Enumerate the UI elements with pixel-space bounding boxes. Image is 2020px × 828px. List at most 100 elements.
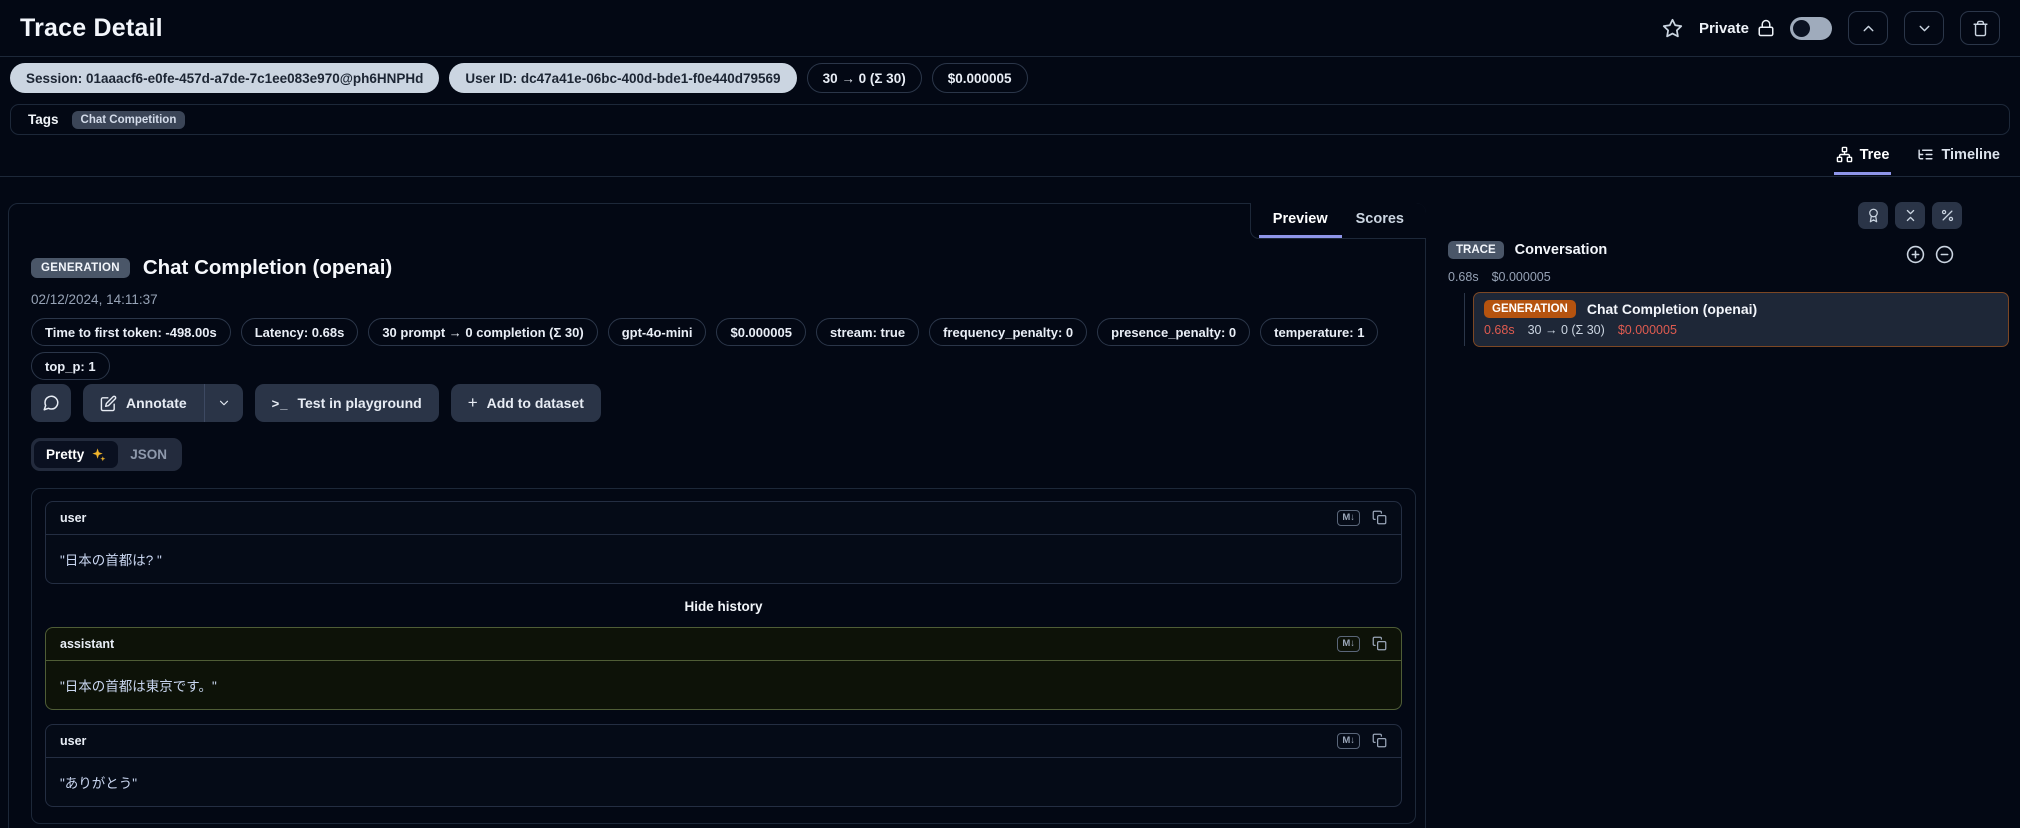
copy-icon[interactable] bbox=[1372, 733, 1387, 748]
message-tools: M↓ bbox=[1337, 635, 1387, 652]
copy-icon[interactable] bbox=[1372, 636, 1387, 651]
top-bar: Trace Detail Private bbox=[0, 0, 2020, 57]
messages-container: user M↓ "日本の首都は? " Hide history assistan… bbox=[31, 488, 1416, 824]
message-content: "日本の首都は? " bbox=[60, 552, 162, 568]
chevrons-collapse-icon bbox=[1903, 208, 1918, 223]
chat-bubble-icon bbox=[42, 394, 60, 412]
message-assistant: assistant M↓ "日本の首都は東京です。" bbox=[45, 626, 1402, 710]
markdown-toggle-icon[interactable]: M↓ bbox=[1337, 732, 1360, 749]
generation-type-badge: GENERATION bbox=[1484, 300, 1576, 318]
test-in-playground-button[interactable]: >_ Test in playground bbox=[254, 384, 439, 422]
message-tools: M↓ bbox=[1337, 732, 1387, 749]
trace-detail-page: Trace Detail Private Session: 01aaacf6-e… bbox=[0, 0, 2020, 828]
tabs-divider bbox=[0, 176, 2020, 177]
trace-tree-root[interactable]: TRACE Conversation bbox=[1448, 241, 1607, 259]
scores-toggle-button[interactable] bbox=[1858, 202, 1888, 229]
session-badge[interactable]: Session: 01aaacf6-e0fe-457d-a7de-7c1ee08… bbox=[10, 63, 440, 93]
terminal-icon: >_ bbox=[271, 395, 289, 411]
tree-controls bbox=[1858, 202, 1962, 229]
message-header: assistant M↓ bbox=[46, 628, 1401, 661]
temperature-badge: temperature: 1 bbox=[1260, 318, 1379, 346]
cost-badge: $0.000005 bbox=[716, 318, 806, 346]
tags-label: Tags bbox=[28, 112, 59, 127]
node-latency: 0.68s bbox=[1484, 323, 1515, 337]
frequency-penalty-badge: frequency_penalty: 0 bbox=[929, 318, 1088, 346]
format-pretty-option[interactable]: Pretty bbox=[34, 441, 119, 468]
tags-section: Tags Chat Competition bbox=[10, 104, 2010, 135]
message-content: "日本の首都は東京です。" bbox=[60, 678, 217, 694]
cost-badge: $0.000005 bbox=[931, 63, 1028, 93]
node-cost: $0.000005 bbox=[1617, 323, 1677, 337]
message-user-2: user M↓ "ありがとう" bbox=[45, 723, 1402, 807]
message-header: user M↓ bbox=[46, 502, 1401, 535]
list-tree-icon bbox=[1917, 146, 1934, 163]
chevron-up-icon bbox=[1860, 20, 1877, 37]
panel-tabs: Preview Scores bbox=[1249, 203, 1426, 239]
tree-node-generation[interactable]: GENERATION Chat Completion (openai) 0.68… bbox=[1473, 292, 2009, 347]
edit-square-icon bbox=[100, 395, 117, 412]
observation-type-badge: GENERATION bbox=[31, 258, 130, 278]
trace-cost: $0.000005 bbox=[1491, 270, 1551, 284]
annotate-dropdown-button[interactable] bbox=[205, 384, 243, 422]
annotate-label: Annotate bbox=[126, 395, 187, 411]
next-trace-button[interactable] bbox=[1904, 11, 1944, 45]
tab-timeline[interactable]: Timeline bbox=[1915, 146, 2002, 175]
award-icon bbox=[1866, 208, 1881, 223]
metric-badges-row-2: top_p: 1 bbox=[31, 352, 1401, 380]
annotate-button[interactable]: Annotate bbox=[83, 384, 204, 422]
annotate-split-button: Annotate bbox=[83, 384, 243, 422]
user-id-badge[interactable]: User ID: dc47a41e-06bc-400d-bde1-f0e440d… bbox=[449, 63, 797, 93]
hierarchy-icon bbox=[1836, 146, 1853, 163]
observation-header: GENERATION Chat Completion (openai) bbox=[31, 256, 392, 280]
add-to-dataset-button[interactable]: + Add to dataset bbox=[450, 384, 601, 422]
trace-type-badge: TRACE bbox=[1448, 241, 1504, 259]
markdown-toggle-icon[interactable]: M↓ bbox=[1337, 510, 1360, 526]
tab-preview[interactable]: Preview bbox=[1258, 203, 1342, 238]
copy-icon[interactable] bbox=[1372, 510, 1387, 525]
metrics-toggle-button[interactable] bbox=[1932, 202, 1962, 229]
latency-badge: Latency: 0.68s bbox=[240, 318, 359, 346]
privacy-label: Private bbox=[1698, 19, 1749, 37]
delete-trace-button[interactable] bbox=[1960, 11, 2000, 45]
plus-icon: + bbox=[467, 393, 478, 412]
message-role: assistant bbox=[60, 636, 115, 651]
percent-icon bbox=[1940, 208, 1955, 223]
message-user-1: user M↓ "日本の首都は? " bbox=[45, 501, 1402, 584]
star-icon bbox=[1662, 18, 1683, 39]
node-header: GENERATION Chat Completion (openai) bbox=[1484, 300, 1998, 318]
tag-chip[interactable]: Chat Competition bbox=[71, 110, 186, 129]
lock-icon bbox=[1757, 19, 1775, 37]
tree-connector-line bbox=[1464, 293, 1465, 346]
bookmark-button[interactable] bbox=[1662, 18, 1683, 39]
plus-circle-icon[interactable] bbox=[1906, 245, 1925, 264]
message-role: user bbox=[60, 733, 87, 748]
trace-meta-row: Session: 01aaacf6-e0fe-457d-a7de-7c1ee08… bbox=[10, 63, 1028, 93]
presence-penalty-badge: presence_penalty: 0 bbox=[1097, 318, 1251, 346]
hide-history-toggle[interactable]: Hide history bbox=[45, 599, 1402, 614]
tab-tree[interactable]: Tree bbox=[1833, 146, 1892, 175]
node-tokens: 30 → 0 (Σ 30) bbox=[1527, 323, 1605, 337]
page-title: Trace Detail bbox=[20, 13, 163, 42]
markdown-toggle-icon[interactable]: M↓ bbox=[1337, 635, 1360, 652]
message-content: "ありがとう" bbox=[60, 775, 138, 791]
trace-title: Conversation bbox=[1514, 242, 1608, 258]
public-toggle[interactable] bbox=[1790, 16, 1832, 40]
trash-icon bbox=[1972, 20, 1989, 37]
view-tabs: Tree Timeline bbox=[1833, 146, 2002, 175]
chevron-down-icon bbox=[1916, 20, 1933, 37]
model-badge[interactable]: gpt-4o-mini bbox=[607, 318, 707, 346]
tree-expand-controls bbox=[1906, 245, 1954, 264]
previous-trace-button[interactable] bbox=[1848, 11, 1888, 45]
token-usage-badge: 30 → 0 (Σ 30) bbox=[806, 63, 922, 93]
chevron-down-icon bbox=[217, 396, 231, 410]
dataset-label: Add to dataset bbox=[486, 395, 584, 411]
comment-button[interactable] bbox=[31, 384, 71, 422]
observation-title: Chat Completion (openai) bbox=[142, 256, 393, 279]
node-metrics: 0.68s 30 → 0 (Σ 30) $0.000005 bbox=[1484, 323, 1998, 337]
collapse-all-button[interactable] bbox=[1895, 202, 1925, 229]
format-json-option[interactable]: JSON bbox=[118, 441, 179, 468]
tab-scores[interactable]: Scores bbox=[1342, 203, 1418, 238]
observation-actions: Annotate >_ Test in playground + Add to … bbox=[31, 384, 601, 422]
node-title: Chat Completion (openai) bbox=[1586, 301, 1758, 317]
minus-circle-icon[interactable] bbox=[1935, 245, 1954, 264]
